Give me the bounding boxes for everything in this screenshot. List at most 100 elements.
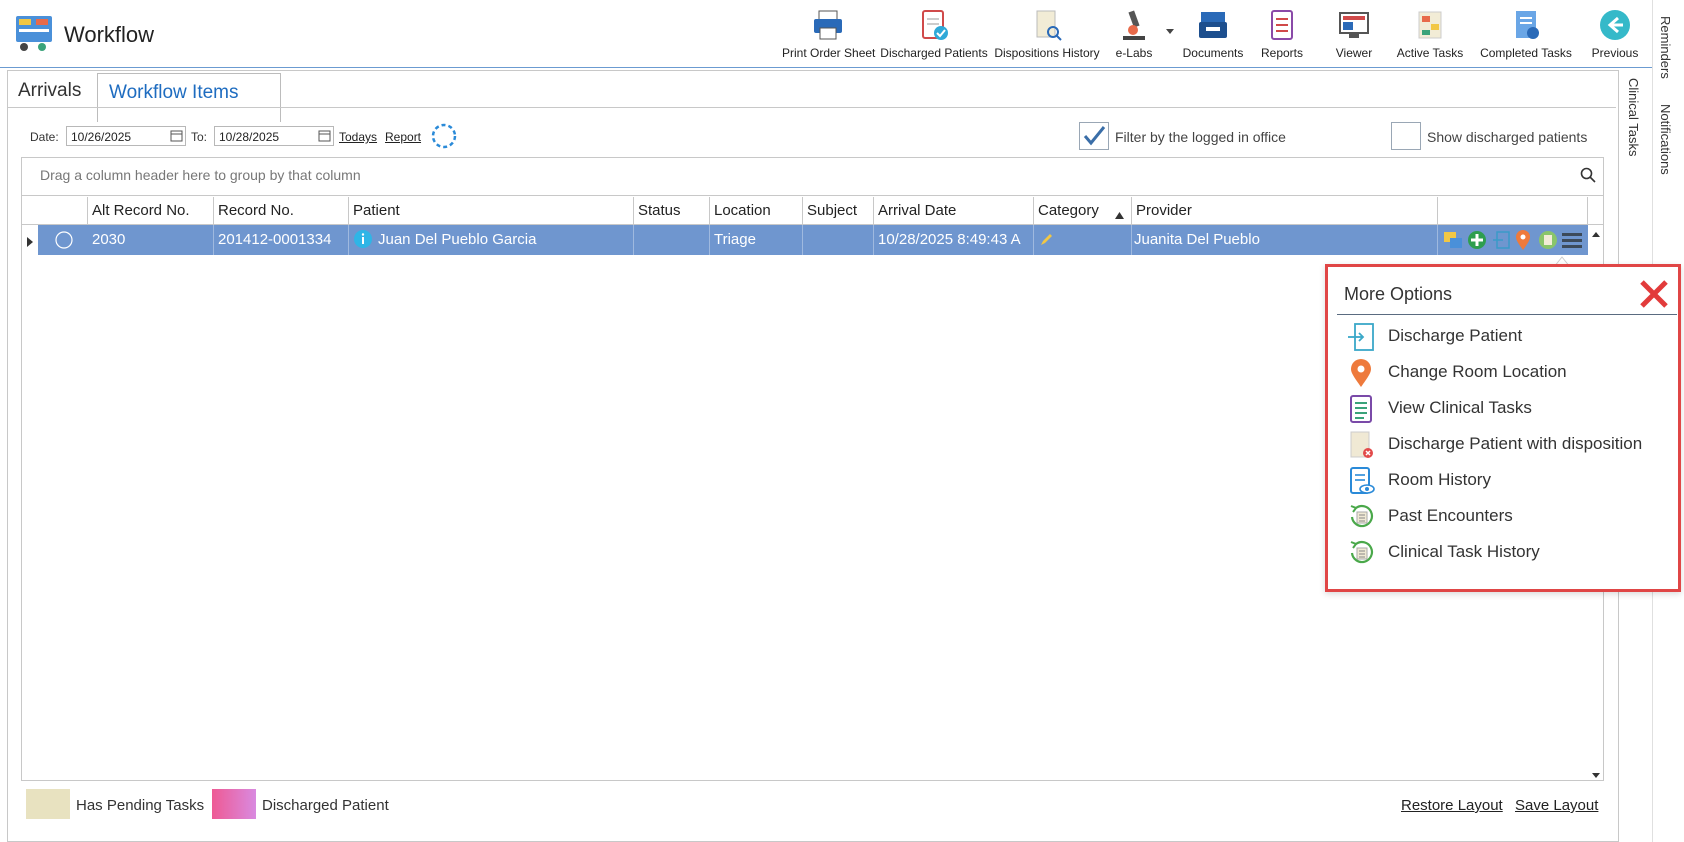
active-tasks-label: Active Tasks [1396, 46, 1464, 60]
save-layout-link[interactable]: Save Layout [1515, 797, 1598, 814]
calendar-icon[interactable] [170, 129, 183, 147]
to-label: To: [191, 130, 208, 144]
menu-item-view-clinical-tasks[interactable]: View Clinical Tasks [1346, 392, 1666, 424]
row-select-radio[interactable] [54, 230, 74, 255]
discharge-icon[interactable] [1493, 230, 1511, 255]
menu-item-label: View Clinical Tasks [1388, 398, 1532, 417]
reports-label: Reports [1260, 46, 1304, 60]
show-discharged-checkbox[interactable] [1391, 122, 1421, 150]
column-header-select[interactable] [38, 197, 88, 225]
reports-button[interactable]: Reports [1256, 6, 1308, 62]
cell-subject [803, 225, 874, 255]
cell-record: 201412-0001334 [214, 225, 349, 255]
menu-item-label: Change Room Location [1388, 362, 1567, 381]
documents-button[interactable]: Documents [1178, 6, 1248, 62]
cell-arrival-date: 10/28/2025 8:49:43 A [874, 225, 1034, 255]
date-label: Date: [30, 130, 59, 144]
clinical-tasks-tab[interactable]: Clinical Tasks [1626, 78, 1641, 157]
dispositions-history-label: Dispositions History [994, 46, 1100, 60]
row-indicator-arrow-icon [27, 234, 33, 252]
pencil-icon[interactable] [1040, 232, 1054, 251]
calendar-icon[interactable] [318, 129, 331, 147]
menu-item-clinical-task-history[interactable]: Clinical Task History [1346, 536, 1666, 568]
column-header-location[interactable]: Location [710, 197, 803, 225]
group-by-hint: Drag a column header here to group by th… [40, 167, 361, 183]
sort-ascending-icon [1115, 206, 1124, 224]
document-search-icon [1036, 10, 1062, 41]
column-header-actions [1438, 197, 1588, 225]
discharged-patient-swatch [212, 789, 256, 819]
date-from-value: 10/26/2025 [71, 130, 132, 144]
notifications-tab[interactable]: Notifications [1658, 104, 1673, 175]
more-options-menu-icon[interactable] [1561, 230, 1583, 255]
column-header-record[interactable]: Record No. [214, 197, 349, 225]
active-tasks-button[interactable]: Active Tasks [1394, 6, 1466, 62]
report-list-icon [1271, 10, 1293, 40]
menu-item-discharge-with-disposition[interactable]: Discharge Patient with disposition [1346, 428, 1666, 460]
column-header-provider[interactable]: Provider [1132, 197, 1438, 225]
previous-button[interactable]: Previous [1590, 6, 1640, 62]
documents-tray-icon [1199, 12, 1227, 38]
orders-icon[interactable] [1443, 230, 1463, 255]
completed-tasks-button[interactable]: Completed Tasks [1476, 6, 1576, 62]
e-labs-label: e-Labs [1115, 46, 1153, 60]
restore-layout-link[interactable]: Restore Layout [1401, 797, 1503, 814]
search-icon[interactable] [1580, 167, 1596, 188]
menu-item-label: Past Encounters [1388, 506, 1513, 525]
date-to-field[interactable]: 10/28/2025 [214, 126, 334, 146]
menu-item-label: Clinical Task History [1388, 542, 1540, 561]
refresh-doc-icon [1350, 504, 1373, 528]
discharged-patients-button[interactable]: Discharged Patients [880, 6, 988, 62]
column-header-subject[interactable]: Subject [803, 197, 874, 225]
tab-arrivals[interactable]: Arrivals [8, 74, 91, 108]
e-labs-dropdown-arrow-icon[interactable] [1164, 24, 1176, 36]
scroll-up-arrow-icon[interactable] [1590, 227, 1602, 245]
filter-logged-office-checkbox[interactable] [1079, 122, 1109, 150]
location-pin-icon[interactable] [1515, 229, 1531, 256]
previous-label: Previous [1591, 46, 1639, 60]
reminders-tab[interactable]: Reminders [1658, 16, 1673, 79]
viewer-button[interactable]: Viewer [1328, 6, 1380, 62]
column-header-patient[interactable]: Patient [349, 197, 634, 225]
checkmark-icon [1083, 126, 1106, 146]
cell-location: Triage [710, 225, 803, 255]
close-icon[interactable] [1638, 278, 1670, 315]
clipboard-check-icon [922, 10, 948, 40]
pending-tasks-legend: Has Pending Tasks [76, 797, 205, 814]
refresh-icon[interactable] [430, 122, 458, 155]
document-x-icon [1350, 431, 1373, 458]
discharged-patients-label: Discharged Patients [880, 46, 988, 60]
menu-item-label: Room History [1388, 470, 1491, 489]
date-from-field[interactable]: 10/26/2025 [66, 126, 186, 146]
completed-doc-icon [1516, 11, 1539, 39]
microscope-icon [1123, 10, 1145, 40]
info-icon[interactable] [354, 230, 372, 253]
completed-tasks-label: Completed Tasks [1480, 46, 1572, 60]
show-discharged-label: Show discharged patients [1427, 129, 1588, 145]
menu-item-past-encounters[interactable]: Past Encounters [1346, 500, 1666, 532]
clipboard-icon [1350, 395, 1372, 423]
more-options-title: More Options [1344, 284, 1453, 304]
todays-link[interactable]: Todays [339, 130, 377, 144]
scroll-down-arrow-icon[interactable] [1590, 767, 1602, 785]
e-labs-button[interactable]: e-Labs [1108, 6, 1160, 62]
column-header-arrival-date[interactable]: Arrival Date [874, 197, 1034, 225]
dispositions-history-button[interactable]: Dispositions History [992, 6, 1102, 62]
print-order-sheet-label: Print Order Sheet [782, 46, 876, 60]
report-link[interactable]: Report [385, 130, 421, 144]
menu-item-room-history[interactable]: Room History [1346, 464, 1666, 496]
menu-item-change-room-location[interactable]: Change Room Location [1346, 356, 1666, 388]
more-options-divider [1337, 314, 1677, 315]
location-pin-icon [1351, 359, 1371, 387]
column-header-status[interactable]: Status [634, 197, 710, 225]
tab-workflow-items[interactable]: Workflow Items [97, 73, 281, 122]
clinical-tasks-icon[interactable] [1538, 230, 1558, 255]
cell-alt-record: 2030 [88, 225, 214, 255]
column-header-alt-record[interactable]: Alt Record No. [88, 197, 214, 225]
refresh-doc-icon [1350, 540, 1373, 564]
print-order-sheet-button[interactable]: Print Order Sheet [782, 6, 876, 62]
menu-item-discharge-patient[interactable]: Discharge Patient [1346, 320, 1666, 352]
add-icon[interactable] [1467, 230, 1487, 255]
tab-divider [8, 107, 1616, 108]
cell-provider: Juanita Del Pueblo [1130, 225, 1438, 255]
